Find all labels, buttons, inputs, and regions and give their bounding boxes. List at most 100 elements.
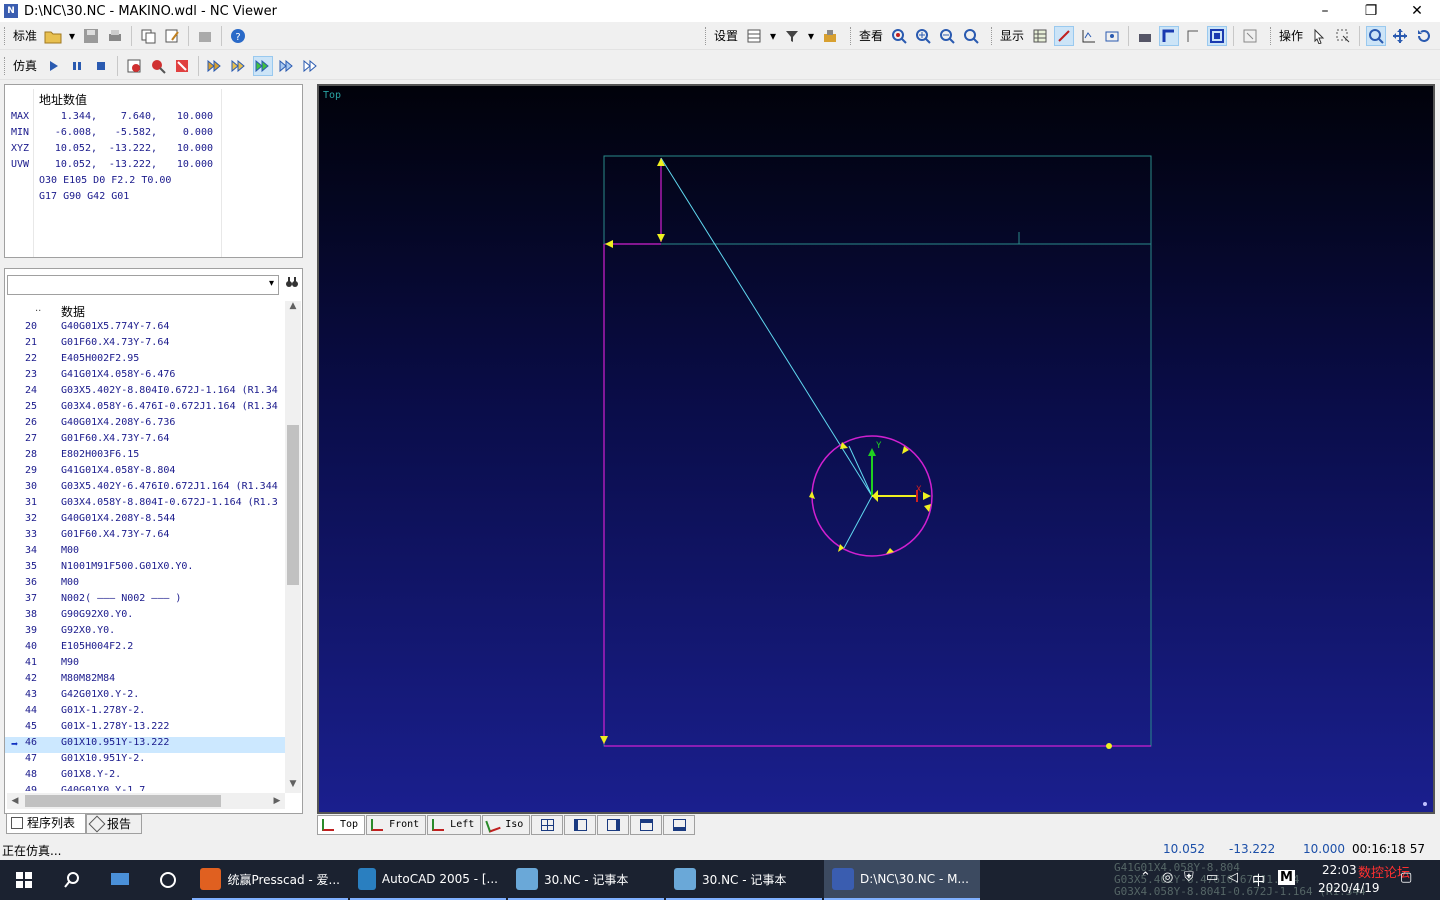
network-icon[interactable]: ▭ xyxy=(1206,870,1218,885)
binoculars-icon[interactable] xyxy=(283,275,301,295)
solid-display-icon[interactable] xyxy=(1135,26,1155,46)
list-item[interactable]: 22 E405H002F2.95 xyxy=(5,353,285,369)
wire-display-icon[interactable] xyxy=(1158,25,1179,46)
taskbar-app[interactable]: 统赢Presscad - 爱... xyxy=(192,860,348,900)
reset-icon[interactable] xyxy=(172,56,192,76)
notification-icon[interactable]: ▢ xyxy=(1400,870,1412,885)
taskbar-app[interactable]: 30.NC - 记事本 xyxy=(508,860,664,900)
help-icon[interactable]: ? xyxy=(228,26,248,46)
scroll-left-icon[interactable]: ◀ xyxy=(7,793,23,809)
list-item[interactable]: 26 G40G01X4.208Y-6.736 xyxy=(5,417,285,433)
list-item[interactable]: 33 G01F60.X4.73Y-7.64 xyxy=(5,529,285,545)
table-settings-icon[interactable] xyxy=(744,26,764,46)
tab-program-list[interactable]: 程序列表 xyxy=(6,814,86,834)
hscroll-thumb[interactable] xyxy=(25,795,221,807)
list-item[interactable]: 39 G92X0.Y0. xyxy=(5,625,285,641)
tab-top-view[interactable]: Top xyxy=(317,815,366,835)
skip-forward-icon[interactable] xyxy=(277,56,297,76)
list-item[interactable]: 25 G03X4.058Y-6.476I-0.672J1.164 (R1.34 xyxy=(5,401,285,417)
edit-icon[interactable] xyxy=(162,26,182,46)
open-folder-icon[interactable] xyxy=(43,26,63,46)
list-item[interactable]: 20 G40G01X5.774Y-7.64 xyxy=(5,321,285,337)
machine-icon[interactable] xyxy=(820,26,840,46)
scroll-right-icon[interactable]: ▶ xyxy=(269,793,285,809)
tab-left-view[interactable]: Left xyxy=(427,815,482,835)
clear-path-icon[interactable] xyxy=(124,56,144,76)
list-item[interactable]: 37 N002( ——— N002 ——— ) xyxy=(5,593,285,609)
print-icon[interactable] xyxy=(105,26,125,46)
search-icon[interactable] xyxy=(48,860,96,900)
list-item[interactable]: 38 G90G92X0.Y0. xyxy=(5,609,285,625)
list-item[interactable]: 23 G41G01X4.058Y-6.476 xyxy=(5,369,285,385)
vertical-scrollbar[interactable]: ▲ ▼ xyxy=(285,301,301,793)
tab-report[interactable]: 报告 xyxy=(86,814,142,834)
maximize-button[interactable]: ❐ xyxy=(1348,0,1394,22)
toolpath-display-icon[interactable] xyxy=(1053,25,1074,46)
list-item[interactable]: 32 G40G01X4.208Y-8.544 xyxy=(5,513,285,529)
close-button[interactable]: ✕ xyxy=(1394,0,1440,22)
list-item[interactable]: 31 G03X4.058Y-8.804I-0.672J-1.164 (R1.3 xyxy=(5,497,285,513)
axis-display-icon[interactable] xyxy=(1078,26,1098,46)
tab-front-view[interactable]: Front xyxy=(366,815,427,835)
rotate-icon[interactable] xyxy=(1414,26,1434,46)
zoom-out-icon[interactable] xyxy=(937,26,957,46)
layout-right-split-icon[interactable] xyxy=(597,815,630,835)
layout-quad-icon[interactable] xyxy=(531,815,564,835)
tray-expand-icon[interactable]: ⌃ xyxy=(1140,870,1151,885)
list-item[interactable]: 29 G41G01X4.058Y-8.804 xyxy=(5,465,285,481)
scroll-thumb[interactable] xyxy=(287,425,299,585)
clear-display-icon[interactable] xyxy=(1240,26,1260,46)
grid-display-icon[interactable] xyxy=(1030,26,1050,46)
list-item[interactable]: 21 G01F60.X4.73Y-7.64 xyxy=(5,337,285,353)
clock-time[interactable]: 22:03 xyxy=(1322,863,1357,877)
scroll-up-icon[interactable]: ▲ xyxy=(285,301,301,315)
continuous-run-icon[interactable] xyxy=(253,55,274,76)
play-icon[interactable] xyxy=(43,56,63,76)
zoom-window-icon[interactable] xyxy=(889,26,909,46)
layout-top-split-icon[interactable] xyxy=(630,815,663,835)
snapshot-icon[interactable] xyxy=(1102,26,1122,46)
list-item[interactable]: 44 G01X-1.278Y-2. xyxy=(5,705,285,721)
program-selector[interactable]: ▾ xyxy=(7,275,279,295)
select-box-icon[interactable] xyxy=(1333,26,1353,46)
dropdown-arrow-icon[interactable]: ▾ xyxy=(768,26,778,46)
browser-tray-icon[interactable]: ◎ xyxy=(1162,870,1173,885)
volume-icon[interactable]: ◁ xyxy=(1228,870,1238,885)
list-item[interactable]: 34 M00 xyxy=(5,545,285,561)
layout-left-split-icon[interactable] xyxy=(564,815,597,835)
zoom-rect-icon[interactable] xyxy=(1366,25,1386,46)
save-icon[interactable] xyxy=(81,26,101,46)
copy-icon[interactable] xyxy=(138,26,158,46)
pan-icon[interactable] xyxy=(1390,26,1410,46)
clock-date[interactable]: 2020/4/19 xyxy=(1318,881,1380,895)
to-end-icon[interactable] xyxy=(301,56,321,76)
ime-language[interactable]: 中 xyxy=(1252,870,1265,889)
tab-iso-view[interactable]: Iso xyxy=(482,815,531,835)
taskbar-app[interactable]: AutoCAD 2005 - [... xyxy=(350,860,506,900)
outline-display-icon[interactable] xyxy=(1183,26,1203,46)
list-item[interactable]: 36 M00 xyxy=(5,577,285,593)
layout-bottom-split-icon[interactable] xyxy=(663,815,696,835)
breakpoint-icon[interactable] xyxy=(148,56,168,76)
frame-display-icon[interactable] xyxy=(1206,25,1227,46)
zoom-fit-icon[interactable] xyxy=(961,26,981,46)
ime-mode[interactable]: M xyxy=(1278,870,1295,885)
list-item[interactable]: 28 E802H003F6.15 xyxy=(5,449,285,465)
shield-icon[interactable]: ⛨ xyxy=(1184,870,1194,885)
list-item[interactable]: 47 G01X10.951Y-2. xyxy=(5,753,285,769)
network-app-icon[interactable] xyxy=(144,860,192,900)
list-item[interactable]: 48 G01X8.Y-2. xyxy=(5,769,285,785)
dropdown-arrow-icon[interactable]: ▾ xyxy=(806,26,816,46)
list-item[interactable]: 35 N1001M91F500.G01X0.Y0. xyxy=(5,561,285,577)
dropdown-arrow-icon[interactable]: ▾ xyxy=(67,26,77,46)
filter-icon[interactable] xyxy=(782,26,802,46)
fast-forward-icon[interactable] xyxy=(205,56,225,76)
taskbar-app[interactable]: 30.NC - 记事本 xyxy=(666,860,822,900)
cad-viewport[interactable]: Top Y X xyxy=(317,84,1435,814)
step-forward-icon[interactable] xyxy=(229,56,249,76)
export-icon[interactable] xyxy=(195,26,215,46)
list-item[interactable]: 45 G01X-1.278Y-13.222 xyxy=(5,721,285,737)
list-item[interactable]: 30 G03X5.402Y-6.476I0.672J1.164 (R1.344 xyxy=(5,481,285,497)
minimize-button[interactable]: – xyxy=(1302,0,1348,22)
zoom-in-icon[interactable] xyxy=(913,26,933,46)
